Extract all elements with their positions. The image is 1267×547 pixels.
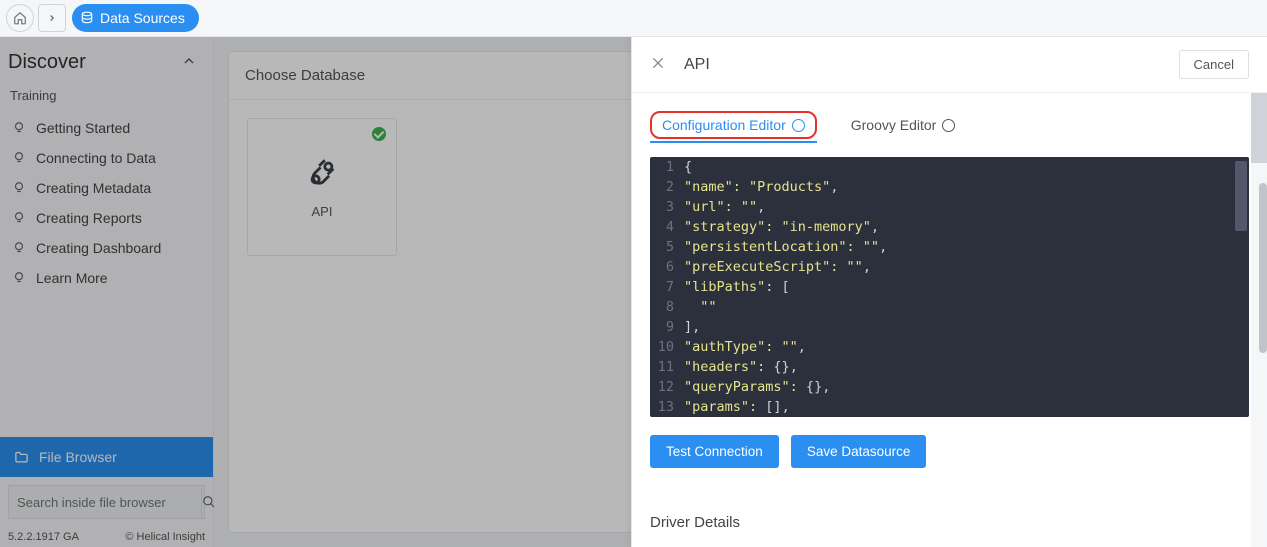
tab-configuration-editor[interactable]: Configuration Editor	[650, 111, 817, 139]
cancel-button[interactable]: Cancel	[1179, 50, 1249, 79]
code-editor[interactable]: 1{2"name": "Products",3"url": "",4"strat…	[650, 157, 1249, 417]
help-icon	[792, 119, 805, 132]
code-scrollbar-thumb[interactable]	[1235, 161, 1247, 231]
breadcrumb-chip-label: Data Sources	[100, 10, 185, 26]
page-scrollbar-thumb[interactable]	[1259, 183, 1267, 353]
close-icon	[650, 55, 666, 71]
tab-groovy-editor[interactable]: Groovy Editor	[847, 111, 960, 139]
topbar: Data Sources	[0, 0, 1267, 37]
breadcrumb-chip[interactable]: Data Sources	[72, 4, 199, 32]
home-button[interactable]	[6, 4, 34, 32]
help-icon	[942, 119, 955, 132]
breadcrumb-forward-button[interactable]	[38, 4, 66, 32]
test-connection-button[interactable]: Test Connection	[650, 435, 779, 468]
drawer-title: API	[684, 56, 710, 74]
drawer-scrollbar-thumb[interactable]	[1251, 93, 1267, 163]
database-icon	[80, 11, 94, 25]
close-button[interactable]	[650, 55, 666, 74]
datasource-editor-drawer: API Cancel Configuration Editor Groovy E…	[631, 37, 1267, 547]
save-datasource-button[interactable]: Save Datasource	[791, 435, 927, 468]
editor-tab-label: Configuration Editor	[662, 117, 786, 133]
editor-tab-label: Groovy Editor	[851, 117, 937, 133]
driver-details-heading: Driver Details	[650, 514, 1249, 531]
